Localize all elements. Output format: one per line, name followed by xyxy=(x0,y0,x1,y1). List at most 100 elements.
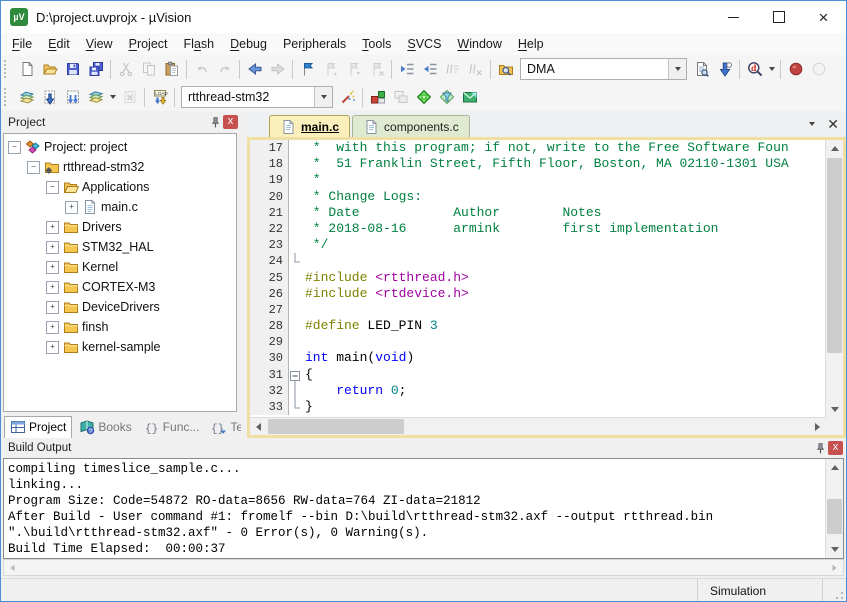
minimize-button[interactable] xyxy=(711,1,756,33)
tree-item-drivers[interactable]: +Drivers xyxy=(4,217,236,237)
menu-item-window[interactable]: Window xyxy=(449,35,509,53)
editor-close-icon[interactable]: ✕ xyxy=(827,117,839,131)
tree-item-stm32-hal[interactable]: +STM32_HAL xyxy=(4,237,236,257)
tree-item-devicedrivers[interactable]: +DeviceDrivers xyxy=(4,297,236,317)
vertical-scroll-thumb[interactable] xyxy=(827,158,842,353)
menu-item-peripherals[interactable]: Peripherals xyxy=(275,35,354,53)
close-button[interactable]: × xyxy=(801,1,846,33)
editor-tab-componentsc[interactable]: components.c xyxy=(352,115,470,137)
new-file-button[interactable] xyxy=(15,58,38,81)
save-button[interactable] xyxy=(61,58,84,81)
pin-button[interactable] xyxy=(207,115,223,130)
menu-item-edit[interactable]: Edit xyxy=(40,35,78,53)
tab-list-dropdown-icon[interactable] xyxy=(809,122,815,126)
menu-item-tools[interactable]: Tools xyxy=(354,35,399,53)
toolbar-grip[interactable] xyxy=(4,88,11,106)
incremental-find-button[interactable] xyxy=(713,58,736,81)
editor-vertical-scrollbar[interactable] xyxy=(825,140,843,418)
fold-open-marker[interactable] xyxy=(289,367,302,383)
navigate-back-button[interactable] xyxy=(243,58,266,81)
scroll-right-arrow[interactable] xyxy=(828,561,842,575)
target-combo-dropdown-button[interactable] xyxy=(314,87,332,107)
tree-item-project-project[interactable]: −Project: project xyxy=(4,137,236,157)
batch-build-dropdown-button[interactable] xyxy=(107,86,118,109)
comment-button[interactable] xyxy=(441,58,464,81)
outdent-button[interactable] xyxy=(418,58,441,81)
build-pin-button[interactable] xyxy=(812,441,828,456)
build-horizontal-scrollbar[interactable] xyxy=(3,559,844,576)
expand-toggle[interactable]: + xyxy=(65,201,78,214)
paste-button[interactable] xyxy=(160,58,183,81)
tree-item-rtthread-stm32[interactable]: −rtthread-stm32 xyxy=(4,157,236,177)
find-magnifier-dropdown-button[interactable] xyxy=(766,58,777,81)
panel-tab-func[interactable]: {}Func... xyxy=(139,417,205,438)
build-output-body[interactable]: compiling timeslice_sample.c...linking..… xyxy=(3,458,844,559)
scroll-up-arrow[interactable] xyxy=(826,459,843,476)
find-in-files-button[interactable] xyxy=(494,58,517,81)
menu-item-project[interactable]: Project xyxy=(121,35,176,53)
resize-grip[interactable] xyxy=(829,585,843,599)
cut-button[interactable] xyxy=(114,58,137,81)
bookmark-next-button[interactable] xyxy=(342,58,365,81)
bookmark-prev-button[interactable] xyxy=(319,58,342,81)
scroll-down-arrow[interactable] xyxy=(826,541,843,558)
open-file-button[interactable] xyxy=(38,58,61,81)
find-combo[interactable]: DMA xyxy=(520,58,687,80)
menu-item-help[interactable]: Help xyxy=(510,35,552,53)
menu-item-debug[interactable]: Debug xyxy=(222,35,275,53)
code-area[interactable]: 17 * with this program; if not, write to… xyxy=(247,137,846,438)
vertical-scroll-thumb[interactable] xyxy=(827,499,842,534)
expand-toggle[interactable]: + xyxy=(46,301,59,314)
undo-button[interactable] xyxy=(190,58,213,81)
horizontal-scroll-thumb[interactable] xyxy=(268,419,404,434)
find-magnifier-button[interactable]: d xyxy=(743,58,766,81)
panel-tab-books[interactable]: ?Books xyxy=(74,417,136,438)
scroll-left-arrow[interactable] xyxy=(250,418,267,435)
breakpoint-disable-button[interactable] xyxy=(807,58,830,81)
books-env-button[interactable] xyxy=(458,86,481,109)
expand-toggle[interactable]: + xyxy=(46,281,59,294)
translate-button[interactable] xyxy=(15,86,38,109)
runtime-env-button[interactable] xyxy=(412,86,435,109)
scroll-right-arrow[interactable] xyxy=(809,418,826,435)
indent-button[interactable] xyxy=(395,58,418,81)
tree-item-cortex-m3[interactable]: +CORTEX-M3 xyxy=(4,277,236,297)
rebuild-button[interactable] xyxy=(61,86,84,109)
manage-components-button[interactable] xyxy=(366,86,389,109)
collapse-toggle[interactable]: − xyxy=(8,141,21,154)
expand-toggle[interactable]: + xyxy=(46,261,59,274)
editor-tab-mainc[interactable]: main.c xyxy=(269,115,350,137)
scroll-up-arrow[interactable] xyxy=(826,140,843,157)
batch-build-button[interactable] xyxy=(84,86,107,109)
panel-tab-project[interactable]: Project xyxy=(4,416,72,438)
menu-item-view[interactable]: View xyxy=(78,35,121,53)
uncomment-button[interactable] xyxy=(464,58,487,81)
collapse-toggle[interactable]: − xyxy=(46,181,59,194)
expand-toggle[interactable]: + xyxy=(46,241,59,254)
tree-item-main-c[interactable]: +main.c xyxy=(4,197,236,217)
find-text-button[interactable] xyxy=(690,58,713,81)
bookmark-clear-button[interactable] xyxy=(365,58,388,81)
stop-build-button[interactable] xyxy=(118,86,141,109)
editor-horizontal-scrollbar[interactable] xyxy=(250,417,826,435)
maximize-button[interactable] xyxy=(756,1,801,33)
tree-item-kernel-sample[interactable]: +kernel-sample xyxy=(4,337,236,357)
expand-toggle[interactable]: + xyxy=(46,341,59,354)
save-all-button[interactable] xyxy=(84,58,107,81)
project-panel-close-button[interactable]: x xyxy=(223,115,238,129)
menu-item-flash[interactable]: Flash xyxy=(176,35,223,53)
scroll-down-arrow[interactable] xyxy=(826,401,843,418)
build-output-close-button[interactable]: x xyxy=(828,441,843,455)
manage-items-button[interactable] xyxy=(435,86,458,109)
navigate-forward-button[interactable] xyxy=(266,58,289,81)
copy-button[interactable] xyxy=(137,58,160,81)
bookmark-toggle-button[interactable] xyxy=(296,58,319,81)
menu-item-file[interactable]: File xyxy=(4,35,40,53)
target-combo[interactable]: rtthread-stm32 xyxy=(181,86,333,108)
expand-toggle[interactable]: + xyxy=(46,321,59,334)
breakpoint-toggle-button[interactable] xyxy=(784,58,807,81)
tree-item-kernel[interactable]: +Kernel xyxy=(4,257,236,277)
menu-item-svcs[interactable]: SVCS xyxy=(399,35,449,53)
tree-item-finsh[interactable]: +finsh xyxy=(4,317,236,337)
toolbar-grip[interactable] xyxy=(4,60,11,78)
